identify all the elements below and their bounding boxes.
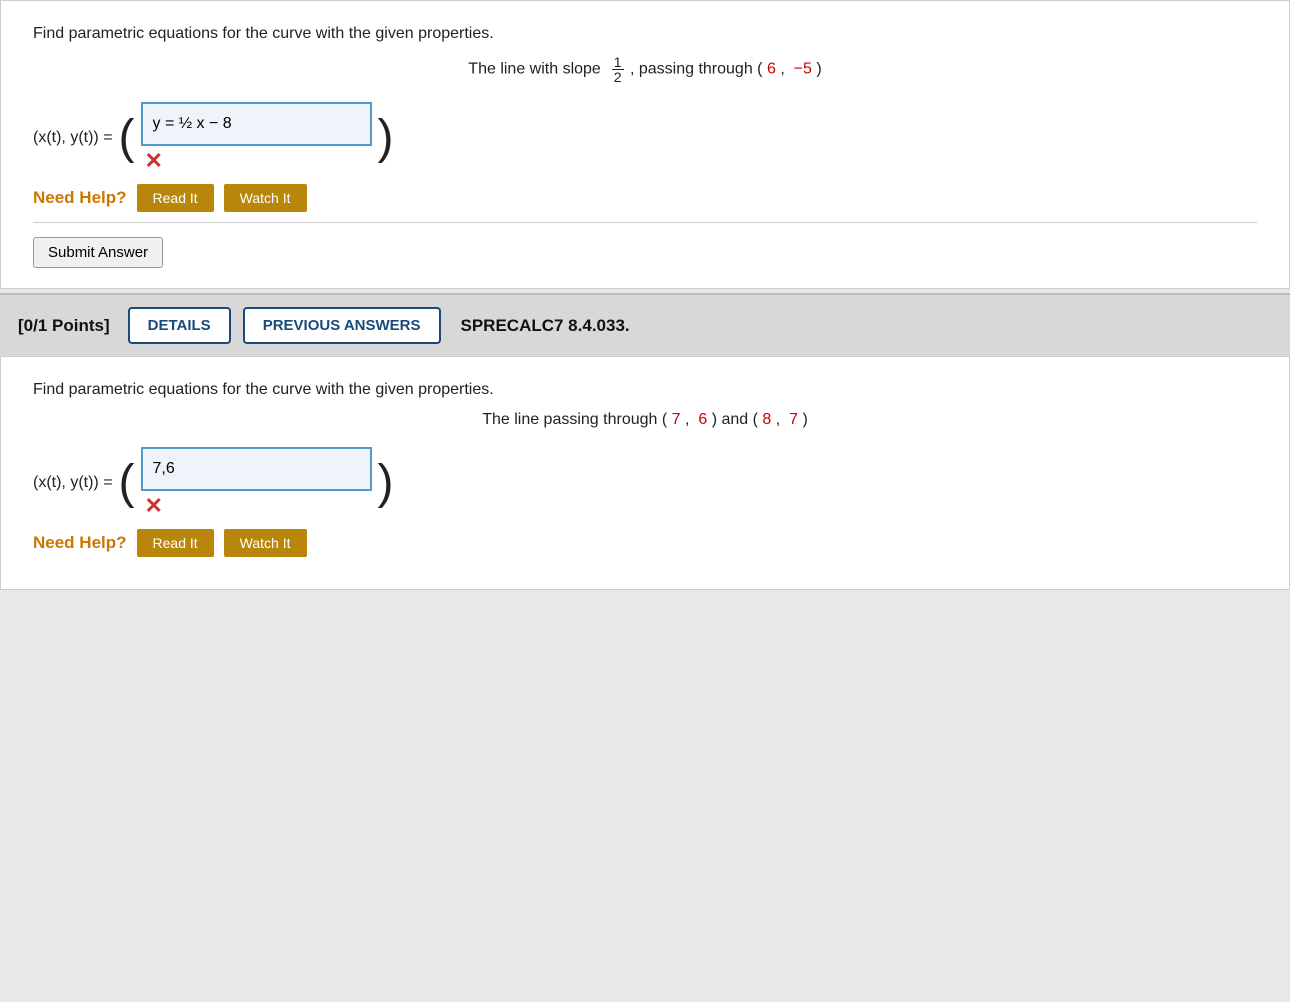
problem2-input[interactable] bbox=[141, 447, 372, 491]
p2-point1-y: 6 bbox=[698, 411, 707, 428]
problem1-block: Find parametric equations for the curve … bbox=[0, 0, 1290, 289]
p2-comma2: , bbox=[776, 411, 785, 428]
point1-y: −5 bbox=[794, 61, 812, 78]
details-button[interactable]: DETAILS bbox=[128, 307, 231, 344]
open-paren1: ( bbox=[119, 114, 135, 162]
problem1-input[interactable] bbox=[141, 102, 372, 146]
problem1-read-it-button[interactable]: Read It bbox=[137, 184, 214, 212]
problem2-help-row: Need Help? Read It Watch It bbox=[33, 529, 1257, 557]
points-label: [0/1 Points] bbox=[18, 316, 110, 336]
p2-point2-x: 8 bbox=[762, 411, 771, 428]
problem1-help-row: Need Help? Read It Watch It bbox=[33, 184, 1257, 212]
problem-code: SPRECALC7 8.4.033. bbox=[461, 316, 630, 336]
problem1-submit-row: Submit Answer bbox=[33, 222, 1257, 268]
close-paren1: ) bbox=[378, 114, 394, 162]
problem1-watch-it-button[interactable]: Watch It bbox=[224, 184, 307, 212]
subtitle-comma: , bbox=[780, 61, 789, 78]
section-header: [0/1 Points] DETAILS PREVIOUS ANSWERS SP… bbox=[0, 293, 1290, 356]
problem2-need-help-label: Need Help? bbox=[33, 533, 127, 553]
open-paren2: ( bbox=[119, 459, 135, 507]
problem2-error-x: ✕ bbox=[145, 493, 163, 519]
subtitle-middle: , passing through ( bbox=[630, 61, 763, 78]
p2-point2-y: 7 bbox=[789, 411, 798, 428]
problem2-answer-row: (x(t), y(t)) = ( ✕ ) bbox=[33, 447, 1257, 519]
p2-comma1: , bbox=[685, 411, 694, 428]
p2-point1-x: 7 bbox=[672, 411, 681, 428]
problem2-eq-label: (x(t), y(t)) = bbox=[33, 474, 113, 492]
p2-end: ) bbox=[802, 411, 807, 428]
point1-x: 6 bbox=[767, 61, 776, 78]
subtitle-end: ) bbox=[816, 61, 821, 78]
problem1-need-help-label: Need Help? bbox=[33, 188, 127, 208]
problem2-subtitle: The line passing through ( 7 , 6 ) and (… bbox=[33, 411, 1257, 429]
subtitle-prefix: The line with slope bbox=[468, 61, 605, 78]
problem2-title: Find parametric equations for the curve … bbox=[33, 381, 1257, 399]
problem2-block: Find parametric equations for the curve … bbox=[0, 356, 1290, 590]
problem1-title: Find parametric equations for the curve … bbox=[33, 25, 1257, 43]
problem1-answer-row: (x(t), y(t)) = ( ✕ ) bbox=[33, 102, 1257, 174]
page-wrapper: Find parametric equations for the curve … bbox=[0, 0, 1290, 590]
problem2-watch-it-button[interactable]: Watch It bbox=[224, 529, 307, 557]
problem1-subtitle: The line with slope 1 2 , passing throug… bbox=[33, 55, 1257, 84]
problem2-read-it-button[interactable]: Read It bbox=[137, 529, 214, 557]
problem1-error-x: ✕ bbox=[145, 148, 163, 174]
problem1-submit-button[interactable]: Submit Answer bbox=[33, 237, 163, 268]
p2-subtitle-prefix: The line passing through ( bbox=[482, 411, 667, 428]
slope-fraction: 1 2 bbox=[612, 55, 624, 84]
close-paren2: ) bbox=[378, 459, 394, 507]
p2-mid: ) and ( bbox=[712, 411, 758, 428]
problem1-eq-label: (x(t), y(t)) = bbox=[33, 129, 113, 147]
previous-answers-button[interactable]: PREVIOUS ANSWERS bbox=[243, 307, 441, 344]
